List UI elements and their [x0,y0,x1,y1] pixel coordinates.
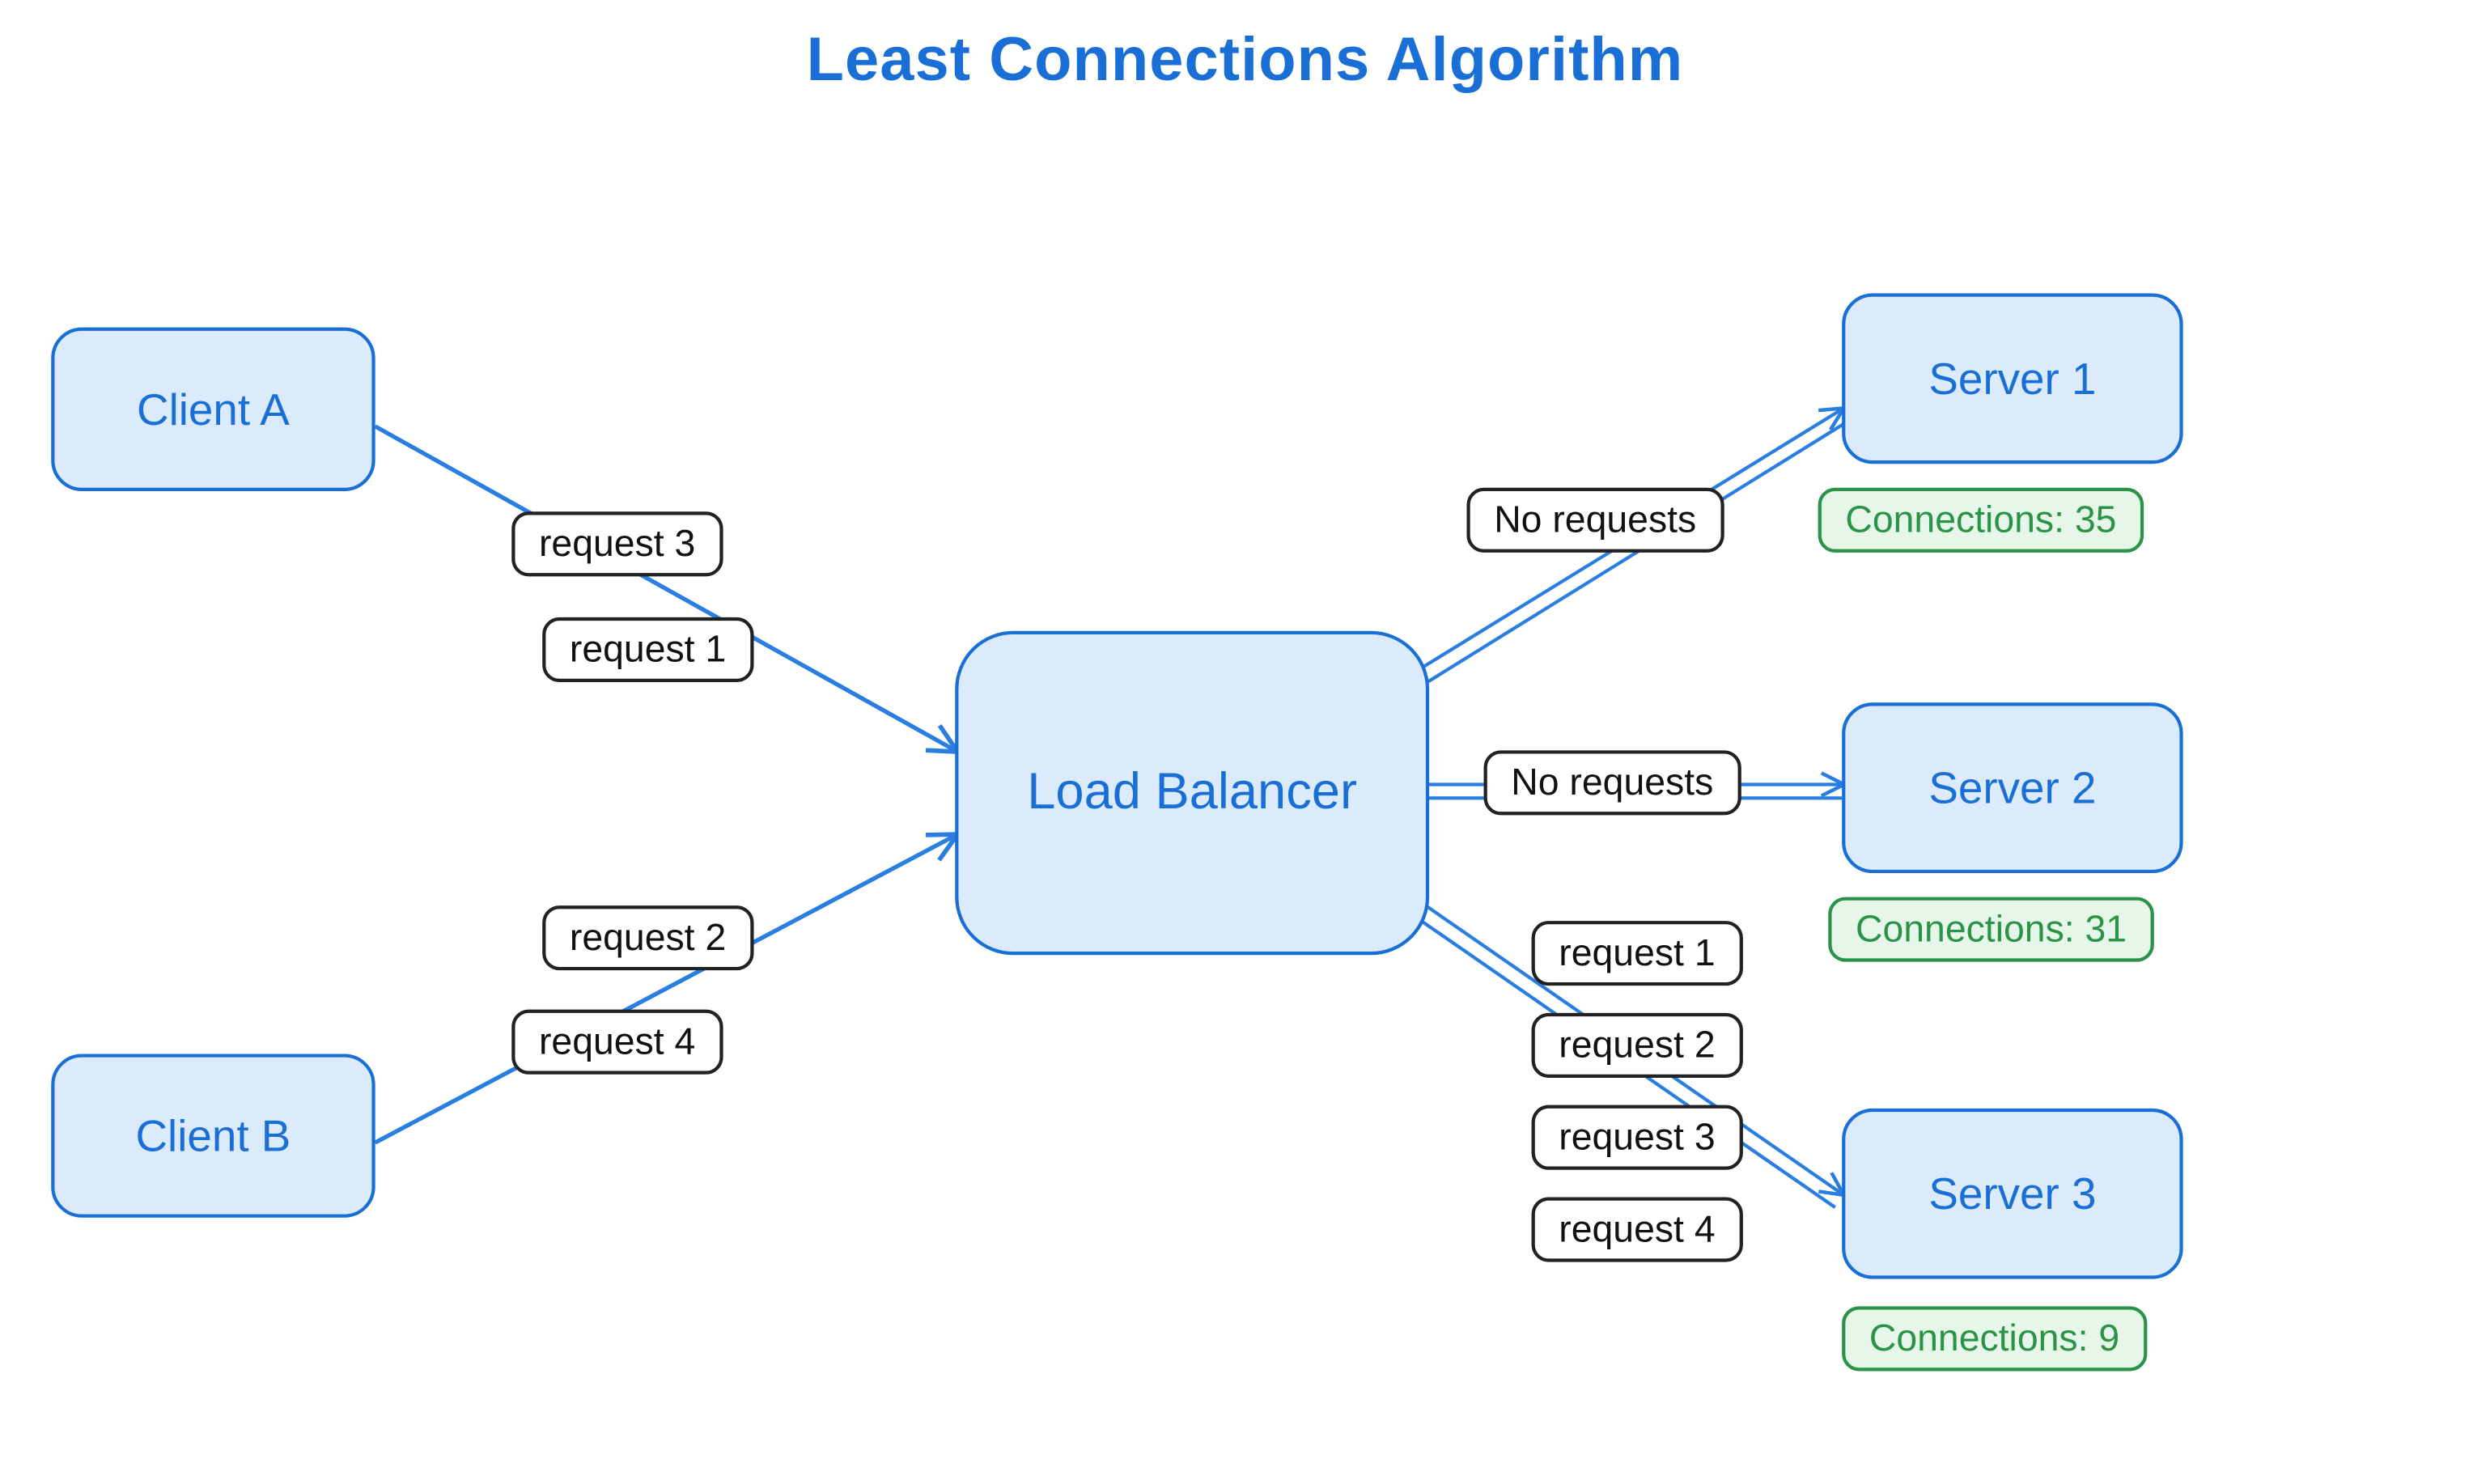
server-1-label: Server 1 [1928,352,2096,405]
client-a-label: Client A [137,383,290,435]
node-server-1: Server 1 [1842,293,2183,464]
pill-clientB-req4: request 4 [511,1010,723,1075]
node-server-2: Server 2 [1842,702,2183,873]
load-balancer-label: Load Balancer [1027,764,1357,822]
node-client-b: Client B [51,1054,375,1217]
server-3-connections: Connections: 9 [1842,1306,2147,1371]
edge-clientB-lb [375,836,956,1143]
pill-clientB-req2: request 2 [542,905,753,970]
pill-lb-s3-req3: request 3 [1532,1105,1743,1170]
diagram-canvas: Least Connections Algorithm Client A Cli… [0,0,2490,1484]
node-load-balancer: Load Balancer [955,631,1429,955]
node-server-3: Server 3 [1842,1109,2183,1279]
edge-clientA-lb [375,426,956,750]
pill-lb-s3-req4: request 4 [1532,1197,1743,1261]
node-client-a: Client A [51,328,375,491]
pill-lb-s2-noreq: No requests [1484,750,1741,815]
server-2-label: Server 2 [1928,761,2096,814]
pill-lb-s3-req2: request 2 [1532,1013,1743,1078]
pill-clientA-req3: request 3 [511,511,723,576]
server-2-connections: Connections: 31 [1828,897,2154,962]
server-1-connections: Connections: 35 [1818,488,2144,553]
server-3-label: Server 3 [1928,1168,2096,1220]
edge-lb-s1-b [1406,423,1846,696]
pill-clientA-req1: request 1 [542,617,753,682]
pill-lb-s3-req1: request 1 [1532,921,1743,986]
pill-lb-s1-noreq: No requests [1466,488,1723,553]
diagram-title: Least Connections Algorithm [0,24,2490,96]
client-b-label: Client B [135,1109,291,1162]
